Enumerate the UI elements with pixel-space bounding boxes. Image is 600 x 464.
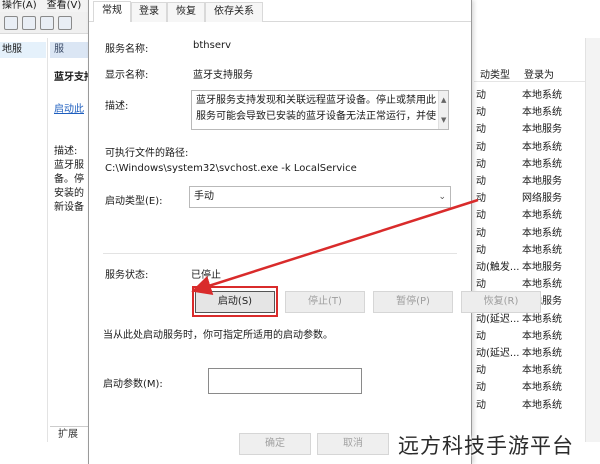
start-params-label: 启动参数(M): [103,379,163,390]
row-log-on-as: 本地系统 [522,279,562,291]
row-log-on-as: 本地服务 [522,176,562,187]
row-startup-type: 动 [476,330,486,342]
row-log-on-as: 本地系统 [522,365,562,377]
exe-path-label: 可执行文件的路径: [105,148,189,159]
tab-general[interactable]: 常规 [93,1,131,22]
refresh-icon[interactable] [40,16,54,30]
description-scrollbar[interactable]: ▲ ▼ [438,91,448,129]
start-button-highlight [192,286,278,317]
service-name-value: bthserv [193,40,231,51]
row-log-on-as: 本地系统 [522,330,562,342]
row-log-on-as: 本地系统 [522,348,562,359]
row-startup-type: 动 [476,227,486,239]
console-tree-pane: 地服 [0,38,48,442]
services-list-header: 动类型 登录为 [474,62,600,82]
row-startup-type: 动(延迟... [476,348,520,359]
tab-log-on[interactable]: 登录 [131,2,167,22]
row-startup-type: 动 [476,107,486,119]
menu-bar: 操作(A) 查看(V) [0,0,90,12]
column-log-on-as[interactable]: 登录为 [524,66,554,81]
row-startup-type: 动 [476,279,486,291]
exe-path-value: C:\Windows\system32\svchost.exe -k Local… [105,163,357,174]
row-log-on-as: 本地系统 [522,141,562,153]
service-properties-dialog: 常规 登录 恢复 依存关系 服务名称: bthserv 显示名称: 蓝牙支持服务… [88,0,541,464]
service-name-label: 服务名称: [105,44,149,55]
menu-view[interactable]: 查看(V) [45,0,82,11]
extended-tab[interactable]: 扩展 [50,426,90,442]
row-startup-type: 动 [476,124,486,136]
row-log-on-as: 本地系统 [522,399,562,411]
row-log-on-as: 本地系统 [522,382,562,394]
tab-strip: 常规 登录 恢复 依存关系 [89,0,471,22]
display-name-value: 蓝牙支持服务 [193,70,253,81]
tab-recovery[interactable]: 恢复 [167,2,205,22]
row-startup-type: 动 [476,193,486,205]
menu-action[interactable]: 操作(A) [0,0,37,11]
row-startup-type: 动 [476,244,486,256]
startup-type-value: 手动 [194,191,214,202]
scroll-up-icon[interactable]: ▲ [441,92,446,108]
console-toolbar [0,12,90,34]
row-startup-type: 动 [476,365,486,377]
row-log-on-as: 本地系统 [522,90,562,101]
detail-start-link[interactable]: 启动此 [54,100,84,115]
row-log-on-as: 本地服务 [522,124,562,136]
row-log-on-as: 网络服务 [522,193,562,205]
cancel-button[interactable]: 取消 [317,433,389,455]
watermark-text: 远方科技手游平台 [398,434,574,458]
detail-description-line: 安装的 [54,188,84,199]
ok-button[interactable]: 确定 [239,433,311,455]
row-startup-type: 动 [476,141,486,153]
row-startup-type: 动 [476,176,486,187]
row-startup-type: 动 [476,158,486,170]
row-startup-type: 动 [476,399,486,411]
section-divider [103,253,457,254]
tab-dependencies[interactable]: 依存关系 [205,2,263,22]
start-params-hint: 当从此处启动服务时，你可指定所适用的启动参数。 [103,330,333,341]
startup-type-label: 启动类型(E): [105,196,163,207]
row-log-on-as: 本地系统 [522,158,562,170]
export-icon[interactable] [58,16,72,30]
row-startup-type: 动 [476,90,486,101]
stop-button[interactable]: 停止(T) [285,291,365,313]
row-startup-type: 动 [476,210,486,222]
resume-button[interactable]: 恢复(R) [461,291,541,313]
row-log-on-as: 本地系统 [522,107,562,119]
row-log-on-as: 本地系统 [522,244,562,256]
start-params-input[interactable] [208,368,362,394]
service-status-value: 已停止 [191,270,221,281]
description-label: 描述: [105,101,129,112]
pause-button[interactable]: 暂停(P) [373,291,453,313]
back-icon[interactable] [4,16,18,30]
properties-icon[interactable] [22,16,36,30]
chevron-down-icon: ⌄ [438,192,446,202]
list-scrollbar[interactable] [585,38,600,442]
startup-type-select[interactable]: 手动 ⌄ [189,186,451,208]
scroll-down-icon[interactable]: ▼ [441,112,446,128]
detail-description-label: 描述: [54,146,78,157]
description-box[interactable]: 蓝牙服务支持发现和关联远程蓝牙设备。停止或禁用此服务可能会导致已安装的蓝牙设备无… [191,90,449,130]
tree-item-local-services[interactable]: 地服 [0,42,46,58]
detail-description-line: 新设备 [54,202,84,213]
detail-description-line: 蓝牙服 [54,160,84,171]
row-startup-type: 动(触发... [476,262,520,273]
detail-description-line: 备。停 [54,174,84,185]
service-detail-pane: 服 蓝牙支持 启动此 描述: 蓝牙服 备。停 安装的 新设备 [50,38,94,442]
detail-header: 服 [50,42,90,58]
service-status-label: 服务状态: [105,270,149,281]
column-startup-type[interactable]: 动类型 [480,66,510,81]
display-name-label: 显示名称: [105,70,149,81]
row-log-on-as: 本地系统 [522,227,562,239]
row-log-on-as: 本地系统 [522,210,562,222]
row-log-on-as: 本地服务 [522,262,562,273]
description-text: 蓝牙服务支持发现和关联远程蓝牙设备。停止或禁用此服务可能会导致已安装的蓝牙设备无… [196,95,436,122]
row-startup-type: 动 [476,382,486,394]
